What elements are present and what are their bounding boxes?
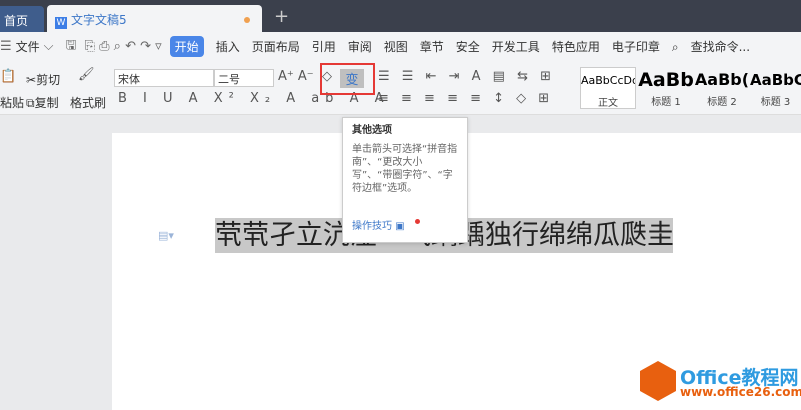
video-icon: ▣ (395, 221, 405, 232)
tooltip-body: 单击箭头可选择“拼音指南”、“更改大小写”、“带圈字符”、“字符边框”选项。 (352, 144, 458, 194)
chevron-down-icon[interactable]: ⌵ (44, 39, 54, 54)
watermark-url: www.office26.com (680, 385, 801, 399)
menu-tab-references[interactable]: 引用 (312, 38, 336, 55)
tooltip: 其他选项 单击箭头可选择“拼音指南”、“更改大小写”、“带圈字符”、“字符边框”… (342, 117, 468, 243)
style-heading-2[interactable]: AaBb( 标题 2 (694, 67, 750, 109)
paragraph-icons[interactable]: ☰ ☰ ⇤ ⇥ A ▤ ⇆ ⊞ (378, 69, 555, 84)
menu-tab-security[interactable]: 安全 (456, 38, 480, 55)
menu-tab-seal[interactable]: 电子印章 (612, 38, 660, 55)
file-menu[interactable]: 文件 (16, 38, 40, 55)
format-painter-icon: 🖌 (78, 67, 95, 82)
menu-bar: ☰ 文件 ⌵ 🖫 ⎘ ⎙ ⌕ ↶ ↷ ▿ 开始 插入 页面布局 引用 审阅 视图… (0, 32, 801, 61)
style-label: 正文 (598, 98, 618, 109)
undo-redo-icons[interactable]: ⎘ ⎙ ⌕ ↶ ↷ ▿ (85, 39, 162, 54)
highlight-box (320, 63, 375, 95)
style-sample: AaBbC (750, 71, 801, 89)
menu-tab-view[interactable]: 视图 (384, 38, 408, 55)
font-select[interactable]: 宋体 (114, 69, 214, 87)
tab-home[interactable]: 首页 (0, 6, 44, 32)
save-icon[interactable]: 🖫 (66, 36, 77, 58)
menu-tab-review[interactable]: 审阅 (348, 38, 372, 55)
menu-tab-features[interactable]: 特色应用 (552, 38, 600, 55)
cut-button[interactable]: ✂剪切 (26, 71, 60, 88)
unsaved-dot (244, 17, 250, 23)
copy-label: 复制 (34, 96, 59, 110)
tips-link[interactable]: 操作技巧 ▣ (352, 220, 405, 233)
search-command[interactable]: ⌕ 查找命令... (672, 38, 762, 55)
paste-button[interactable]: 粘贴 (0, 94, 24, 111)
style-label: 标题 2 (707, 97, 737, 108)
paste-icon[interactable]: 📋 (0, 69, 16, 84)
menu-tab-insert[interactable]: 插入 (216, 38, 240, 55)
copy-button[interactable]: ⧉复制 (26, 94, 59, 111)
cut-label: 剪切 (36, 73, 61, 87)
ribbon: 📋 粘贴 ✂剪切 ⧉复制 🖌 格式刷 宋体 二号 A⁺ A⁻ ◇ B I U A… (0, 61, 801, 115)
style-normal[interactable]: AaBbCcDd 正文 (580, 67, 636, 109)
style-sample: AaBbCcDd (581, 74, 635, 87)
tips-label: 操作技巧 (352, 221, 392, 232)
style-heading-1[interactable]: AaBb 标题 1 (638, 67, 694, 109)
new-tab-button[interactable]: + (274, 6, 289, 27)
alignment-icons[interactable]: ≡ ≡ ≡ ≡ ≡ ↕ ◇ ⊞ (378, 91, 553, 106)
menu-tab-developer[interactable]: 开发工具 (492, 38, 540, 55)
wps-writer-icon: W (55, 17, 67, 29)
search-icon: ⌕ (671, 40, 679, 54)
style-label: 标题 1 (651, 97, 681, 108)
font-size-select[interactable]: 二号 (214, 69, 274, 87)
style-label: 标题 3 (760, 97, 791, 108)
font-grow-shrink-icons[interactable]: A⁺ A⁻ (278, 69, 314, 84)
tooltip-title: 其他选项 (352, 125, 392, 136)
red-dot (415, 219, 420, 224)
format-painter-button[interactable]: 格式刷 (70, 94, 106, 111)
paragraph-layout-icon[interactable]: ▤▾ (158, 229, 174, 242)
style-sample: AaBb (638, 69, 694, 91)
menu-tab-start[interactable]: 开始 (169, 36, 204, 57)
style-heading-3[interactable]: AaBbC 标题 3 (750, 67, 801, 109)
search-label: 查找命令... (690, 40, 751, 54)
menu-tab-layout[interactable]: 页面布局 (252, 38, 300, 55)
tab-document[interactable]: W 文字文稿5 (47, 5, 262, 32)
menu-icon[interactable]: ☰ (0, 39, 12, 54)
menu-tab-section[interactable]: 章节 (420, 38, 444, 55)
style-sample: AaBb( (694, 70, 750, 89)
tab-document-label: 文字文稿5 (71, 13, 127, 27)
